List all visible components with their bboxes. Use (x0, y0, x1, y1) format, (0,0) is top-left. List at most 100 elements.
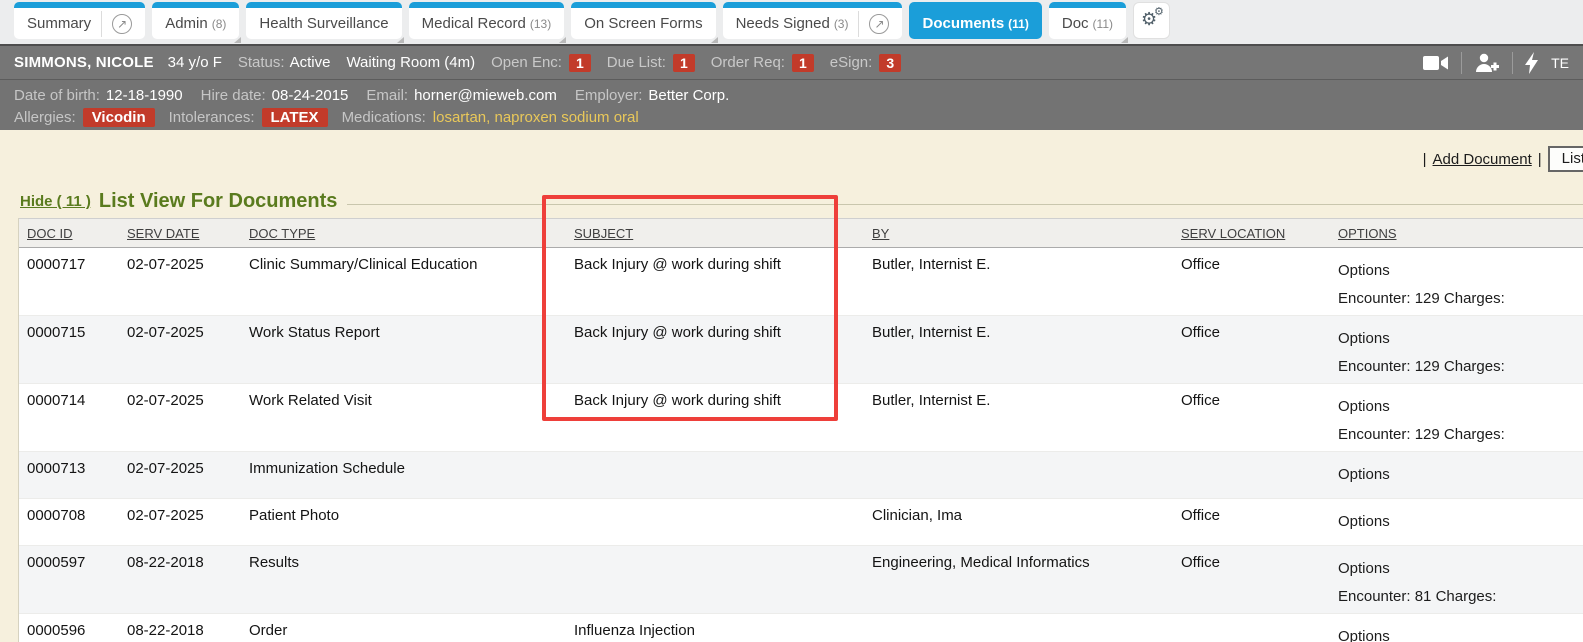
documents-content-area: | Add Document | List Hide ( 11 ) List V… (0, 130, 1583, 642)
patient-age-sex: 34 y/o F (168, 54, 222, 71)
tab-label: Medical Record (422, 15, 526, 32)
list-view-title: List View For Documents (99, 190, 338, 213)
dropdown-notch-icon (397, 37, 404, 43)
tab-needs-signed[interactable]: Needs Signed(3)↗ (723, 2, 903, 39)
tab-health-surveillance[interactable]: Health Surveillance (246, 2, 401, 39)
column-header-serv-location[interactable]: SERV LOCATION (1173, 219, 1330, 247)
tab-admin[interactable]: Admin (8) (152, 2, 239, 39)
serv-location-cell (1173, 452, 1330, 498)
allergies-label: Allergies: (14, 109, 76, 126)
options-link[interactable]: Options (1338, 398, 1583, 415)
column-header-subject[interactable]: SUBJECT (566, 219, 864, 247)
allergy-badge[interactable]: Vicodin (83, 108, 155, 127)
tab-count-badge: (11) (1008, 17, 1029, 31)
subject-cell: Back Injury @ work during shift (566, 316, 864, 383)
column-header-by[interactable]: BY (864, 219, 1173, 247)
counter-badge[interactable]: 1 (569, 54, 591, 72)
waiting-room: Waiting Room (4m) (346, 54, 475, 71)
divider (1461, 52, 1462, 74)
table-row[interactable]: 000059708-22-2018ResultsEngineering, Med… (19, 546, 1583, 614)
medications-list[interactable]: losartan, naproxen sodium oral (433, 109, 639, 126)
demo-value: 08-24-2015 (272, 87, 349, 104)
doc-id-cell: 0000715 (19, 316, 119, 383)
demo-label: Email: (366, 87, 408, 104)
table-row[interactable]: 000071302-07-2025Immunization ScheduleOp… (19, 452, 1583, 499)
tab-summary[interactable]: Summary ↗ (14, 2, 145, 39)
encounter-charges-text: Encounter: 129 Charges: (1338, 290, 1583, 307)
by-cell: Butler, Internist E. (864, 316, 1173, 383)
serv-date-cell: 08-22-2018 (119, 546, 241, 613)
demo-label: Hire date: (201, 87, 266, 104)
tab-label: Admin (165, 15, 208, 32)
table-row[interactable]: 000071402-07-2025Work Related VisitBack … (19, 384, 1583, 452)
doc-type-cell: Patient Photo (241, 499, 566, 545)
intolerance-badge[interactable]: LATEX (262, 108, 328, 127)
tab-medical-record[interactable]: Medical Record(13) (409, 2, 565, 39)
options-link[interactable]: Options (1338, 628, 1583, 642)
popout-arrow-icon[interactable]: ↗ (869, 14, 889, 34)
patient-header-bar: SIMMONS, NICOLE 34 y/o F Status: Active … (0, 44, 1583, 79)
column-header-serv-date[interactable]: SERV DATE (119, 219, 241, 247)
counter-badge[interactable]: 3 (879, 54, 901, 72)
hide-link[interactable]: Hide ( 11 ) (20, 193, 91, 210)
column-header-doc-type[interactable]: DOC TYPE (241, 219, 566, 247)
serv-location-cell: Office (1173, 316, 1330, 383)
encounter-charges-text: Encounter: 129 Charges: (1338, 358, 1583, 375)
settings-gears-button[interactable]: ⚙ ⚙ (1133, 2, 1170, 39)
add-person-icon[interactable] (1474, 53, 1500, 73)
options-link[interactable]: Options (1338, 560, 1583, 577)
options-link[interactable]: Options (1338, 330, 1583, 347)
separator: | (1538, 151, 1542, 168)
serv-date-cell: 08-22-2018 (119, 614, 241, 642)
options-cell: Options Encounter: 129 Charges: (1330, 316, 1583, 383)
tab-label: Doc (1062, 15, 1089, 32)
doc-id-cell: 0000597 (19, 546, 119, 613)
dropdown-notch-icon (234, 37, 241, 43)
serv-location-cell: Office (1173, 384, 1330, 451)
tab-count-badge: (8) (212, 17, 227, 31)
doc-type-cell: Work Related Visit (241, 384, 566, 451)
doc-type-cell: Clinic Summary/Clinical Education (241, 248, 566, 315)
list-view-button[interactable]: List (1548, 146, 1583, 172)
serv-date-cell: 02-07-2025 (119, 316, 241, 383)
video-camera-icon[interactable] (1423, 54, 1449, 72)
options-cell: OptionsEncounter: 81 Charges: (1330, 546, 1583, 613)
tab-label: Health Surveillance (259, 15, 388, 32)
status-label: Status: (238, 54, 285, 71)
subject-cell (566, 452, 864, 498)
serv-location-cell: Office (1173, 248, 1330, 315)
options-link[interactable]: Options (1338, 513, 1583, 530)
options-link[interactable]: Options (1338, 466, 1583, 483)
table-row[interactable]: 000059608-22-2018OrderInfluenza Injectio… (19, 614, 1583, 642)
options-cell: OptionsEncounter: 129 Charges: (1330, 384, 1583, 451)
by-cell: Engineering, Medical Informatics (864, 546, 1173, 613)
table-row[interactable]: 000071502-07-2025Work Status ReportBack … (19, 316, 1583, 384)
serv-location-cell (1173, 614, 1330, 642)
counter-badge[interactable]: 1 (792, 54, 814, 72)
serv-date-cell: 02-07-2025 (119, 248, 241, 315)
serv-date-cell: 02-07-2025 (119, 499, 241, 545)
documents-table: DOC IDSERV DATEDOC TYPESUBJECTBYSERV LOC… (18, 218, 1583, 642)
subject-cell (566, 499, 864, 545)
demo-value: 12-18-1990 (106, 87, 183, 104)
column-header-doc-id[interactable]: DOC ID (19, 219, 119, 247)
column-header-options[interactable]: OPTIONS (1330, 219, 1583, 247)
subject-cell: Back Injury @ work during shift (566, 248, 864, 315)
tab-documents[interactable]: Documents (11) (909, 2, 1041, 39)
tab-label: Summary (27, 15, 91, 32)
tab-doc[interactable]: Doc(11) (1049, 2, 1126, 39)
table-row[interactable]: 000070802-07-2025Patient PhotoClinician,… (19, 499, 1583, 546)
counter-badge[interactable]: 1 (673, 54, 695, 72)
tab-label: Documents (922, 15, 1004, 32)
popout-arrow-icon[interactable]: ↗ (112, 14, 132, 34)
tab-on-screen-forms[interactable]: On Screen Forms (571, 2, 715, 39)
lightning-icon[interactable] (1525, 52, 1539, 74)
chart-tab-bar: Summary ↗ Admin (8) Health Surveillance Medic… (0, 0, 1583, 44)
divider (858, 11, 859, 37)
options-link[interactable]: Options (1338, 262, 1583, 279)
list-view-heading-row: Hide ( 11 ) List View For Documents (20, 190, 1583, 213)
add-document-link[interactable]: Add Document (1433, 151, 1532, 168)
table-row[interactable]: 000071702-07-2025Clinic Summary/Clinical… (19, 248, 1583, 316)
subject-cell (566, 546, 864, 613)
tab-count-badge: (3) (834, 17, 849, 31)
